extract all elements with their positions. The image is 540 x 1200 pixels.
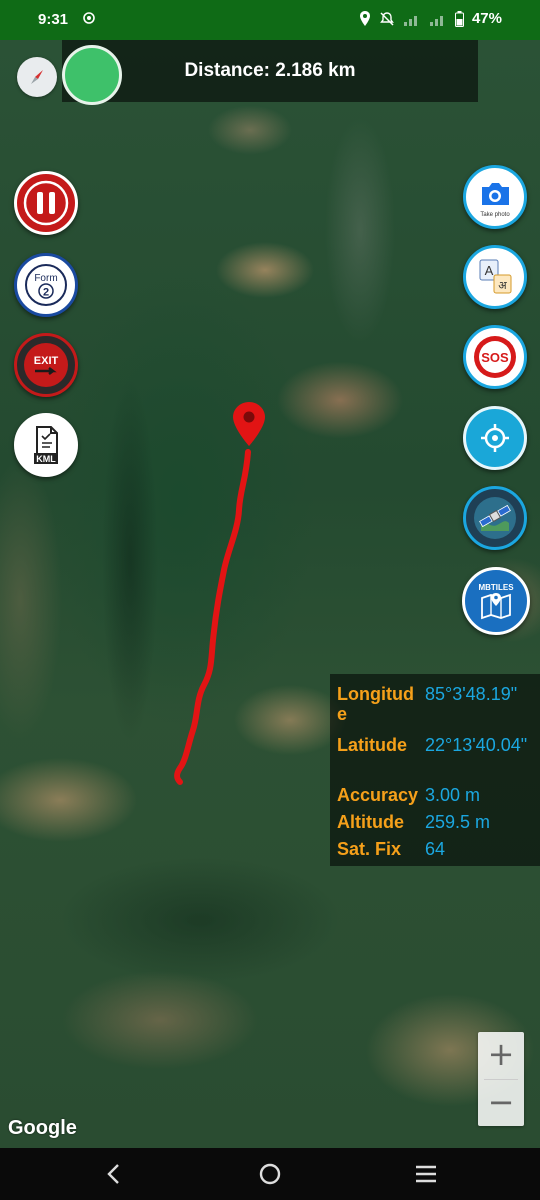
- back-icon[interactable]: [104, 1163, 124, 1185]
- pause-icon: [23, 180, 69, 226]
- crosshair-icon: [481, 424, 509, 452]
- zoom-out-button[interactable]: −: [478, 1080, 524, 1126]
- signal-icon-1: [403, 15, 417, 26]
- kml-file-icon: KML: [34, 426, 58, 464]
- translate-icon: A अ: [479, 259, 512, 294]
- translate-button[interactable]: A अ: [463, 245, 527, 309]
- form-icon: Form 2: [25, 264, 67, 306]
- svg-text:SOS: SOS: [481, 350, 509, 365]
- take-photo-button[interactable]: Take photo: [463, 165, 527, 229]
- mbtiles-button[interactable]: MBTILES: [462, 567, 530, 635]
- form-button[interactable]: Form 2: [14, 253, 78, 317]
- battery-percent: 47%: [471, 10, 502, 27]
- svg-text:KML: KML: [36, 454, 56, 464]
- compass-button[interactable]: [17, 57, 57, 97]
- system-nav-bar: [0, 1148, 540, 1200]
- longitude-value: 85°3'48.19": [425, 684, 518, 704]
- location-tracking-icon: [83, 12, 95, 24]
- status-bar: 9:31 47%: [0, 0, 540, 40]
- recents-icon[interactable]: [414, 1164, 438, 1184]
- sos-icon: SOS: [474, 336, 516, 378]
- svg-text:A: A: [485, 263, 494, 278]
- svg-text:EXIT: EXIT: [34, 355, 59, 367]
- gps-track: [174, 449, 251, 785]
- home-icon[interactable]: [258, 1162, 282, 1186]
- mbtiles-map-icon: MBTILES: [478, 583, 514, 620]
- zoom-in-button[interactable]: +: [478, 1032, 524, 1078]
- sat-fix-value: 64: [425, 839, 446, 859]
- latitude-label: Latitude: [337, 735, 407, 755]
- svg-text:Take photo: Take photo: [480, 212, 510, 218]
- my-location-button[interactable]: [463, 406, 527, 470]
- google-logo: Google: [8, 1117, 77, 1139]
- pause-button[interactable]: [14, 171, 78, 235]
- latitude-value: 22°13'40.04": [425, 735, 528, 755]
- sos-button[interactable]: SOS: [463, 325, 527, 389]
- status-time: 9:31: [38, 11, 69, 28]
- gps-status-indicator[interactable]: [62, 45, 122, 105]
- kml-button[interactable]: KML: [14, 413, 78, 477]
- satellite-button[interactable]: [463, 486, 527, 550]
- satellite-icon: [474, 497, 516, 539]
- svg-text:MBTILES: MBTILES: [478, 583, 514, 592]
- altitude-label: Altitude: [337, 812, 404, 832]
- mute-icon: [380, 11, 394, 26]
- svg-text:Form: Form: [34, 273, 57, 284]
- exit-icon: EXIT: [24, 343, 68, 387]
- accuracy-label: Accuracy: [337, 785, 419, 805]
- gps-info-panel: Longitud e 85°3'48.19" Latitude 22°13'40…: [330, 674, 540, 866]
- longitude-label: Longitud e: [337, 684, 414, 724]
- zoom-control: + −: [478, 1032, 524, 1126]
- compass-icon: [31, 70, 43, 84]
- satellite-map[interactable]: Google: [0, 40, 540, 1148]
- camera-icon: Take photo: [480, 183, 510, 218]
- exit-button[interactable]: EXIT: [14, 333, 78, 397]
- location-pin-icon: [359, 11, 370, 26]
- altitude-value: 259.5 m: [425, 812, 491, 832]
- svg-text:अ: अ: [498, 279, 507, 292]
- svg-text:2: 2: [43, 287, 49, 299]
- location-marker-icon[interactable]: [231, 400, 267, 448]
- signal-icon-2: [429, 15, 443, 26]
- sat-fix-label: Sat. Fix: [337, 839, 402, 859]
- battery-icon: [454, 10, 464, 27]
- status-icons: 47%: [359, 10, 502, 27]
- accuracy-value: 3.00 m: [425, 785, 481, 805]
